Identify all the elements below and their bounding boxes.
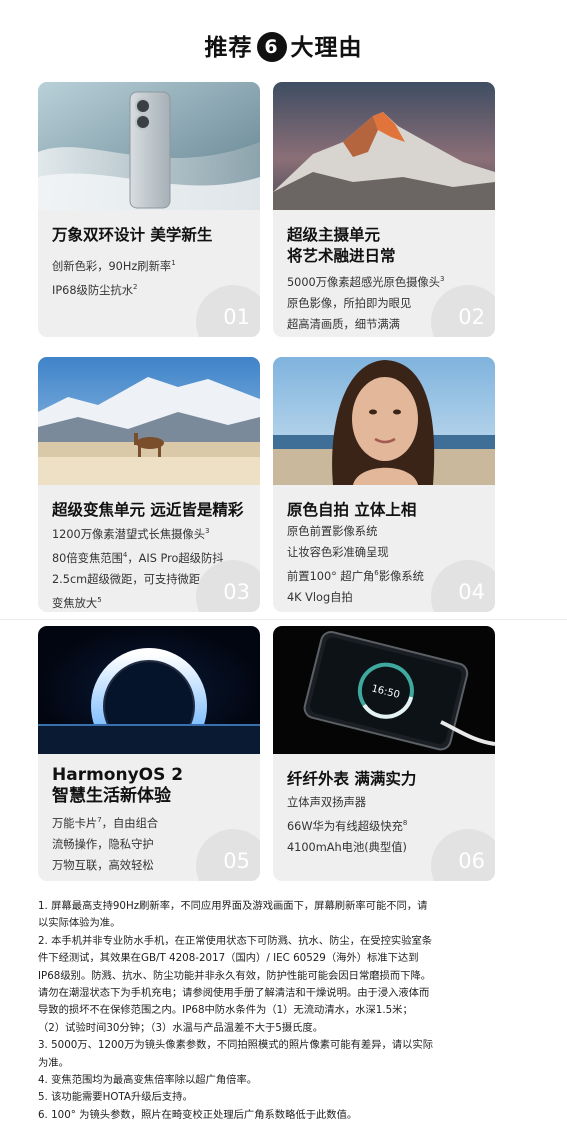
feature-line: 1200万像素潜望式长焦摄像头3 [52,527,210,541]
page-title: 推荐 6 大理由 [0,28,567,62]
footnote-line: 2. 本手机并非专业防水手机，在正常使用状态下可防溅、抗水、防尘，在受控实验室条 [38,934,433,947]
card-title: 万象双环设计 美学新生 [52,226,213,244]
footnote-line: 为准。 [38,1056,69,1069]
card-zoom: 超级变焦单元 远近皆是精彩 1200万像素潜望式长焦摄像头3 80倍变焦范围4，… [38,357,260,612]
footnote-line: 5. 该功能需要HOTA升级后支持。 [38,1091,193,1104]
title-number-badge: 6 [256,32,287,62]
card-selfie: 原色自拍 立体上相 原色前置影像系统 让妆容色彩准确呈现 前置100° 超广角6… [273,357,495,612]
footnote-line: （2）试验时间30分钟；（3）水温与产品温差不大于5摄氏度。 [38,1021,324,1034]
mountain-sunset-image [273,82,495,210]
feature-line: 创新色彩，90Hz刷新率1 [52,259,176,273]
footnote-line: 3. 5000万、1200万为镜头像素参数，不同拍照模式的照片像素可能有差异，请… [38,1039,434,1052]
card-number: 06 [458,849,485,873]
snow-mountain-camel-image [38,357,260,485]
card-battery: 16:50 纤纤外表 满满实力 立体声双扬声器 66W华为有线超级快充8 410… [273,626,495,881]
card-number: 05 [223,849,250,873]
card-number: 03 [223,580,250,604]
phone-silver-image [38,82,260,210]
card-title: 纤纤外表 满满实力 [287,770,417,788]
footnote-line: IP68级别。防溅、抗水、防尘功能并非永久有效，防护性能可能会因日常磨损而下降。 [38,969,432,982]
footnote-line: 1. 屏幕最高支持90Hz刷新率，不同应用界面及游戏画面下，屏幕刷新率可能不同，… [38,900,428,912]
card-number: 04 [458,580,485,604]
card-title: 超级变焦单元 远近皆是精彩 [52,501,244,519]
footnote-line: 件下经测试，其效果在GB/T 4208-2017（国内）/ IEC 60529（… [38,952,419,965]
feature-line: 立体声双扬声器 [287,796,367,809]
card-main-camera: 超级主摄单元 将艺术融进日常 5000万像素超感光原色摄像头3 原色影像，所拍即为… [273,82,495,337]
selfie-portrait-image [273,357,495,485]
card-title: 原色自拍 立体上相 [287,501,417,519]
footnote-line: 6. 100° 为镜头参数，照片在畸变校正处理后广角系数略低于此数值。 [38,1108,358,1121]
feature-line: 让妆容色彩准确呈现 [287,546,389,559]
footnote-line: 以实际体验为准。 [38,917,121,930]
card-design: 万象双环设计 美学新生 创新色彩，90Hz刷新率1 IP68级防尘抗水2 01 [38,82,260,337]
title-left: 推荐 [204,35,253,61]
section-divider [0,619,567,620]
footnote-line: 导致的损坏不在保修范围之内。IP68中防水条件为（1）无流动清水，水深1.5米； [38,1004,413,1017]
card-title: HarmonyOS 2 智慧生活新体验 [52,765,184,806]
phone-charging-image: 16:50 [273,626,495,754]
title-right: 大理由 [290,35,363,61]
footnote-line: 4. 变焦范围均为最高变焦倍率除以超广角倍率。 [38,1074,258,1087]
card-number: 01 [223,305,250,329]
glowing-ring-image [38,626,260,754]
card-number: 02 [458,305,485,329]
card-title: 超级主摄单元 将艺术融进日常 [287,226,396,265]
feature-line: 原色前置影像系统 [287,525,378,538]
footnotes: 1. 屏幕最高支持90Hz刷新率，不同应用界面及游戏画面下，屏幕刷新率可能不同，… [38,898,533,1124]
footnote-line: 请勿在潮湿状态下为手机充电；请参阅使用手册了解清洁和干燥说明。由于浸入液体而 [38,987,430,1000]
card-harmonyos: HarmonyOS 2 智慧生活新体验 万能卡片7，自由组合 流畅操作，隐私守护 … [38,626,260,881]
